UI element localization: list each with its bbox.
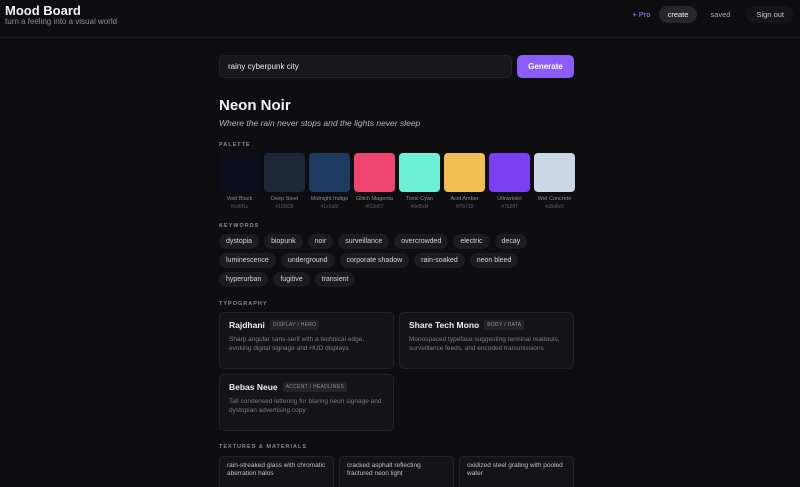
swatch-color[interactable] [399, 153, 440, 192]
swatch-hex: #0d0f1c [230, 204, 249, 210]
texture-card[interactable]: cracked asphalt reflecting fractured neo… [339, 456, 454, 487]
swatch-hex: #7b2ff7 [501, 204, 518, 210]
font-name: Rajdhani [229, 320, 265, 330]
palette-heading: PALETTE [219, 142, 251, 148]
swatch-hex: #1f2838 [275, 204, 294, 210]
textures-grid: rain-streaked glass with chromatic aberr… [219, 456, 574, 487]
top-bar: Mood Board turn a feeling into a visual … [0, 0, 800, 38]
main-content: Generate Neon Noir Where the rain never … [219, 55, 575, 487]
font-role-badge: DISPLAY / HERO [269, 320, 320, 330]
keyword-chip[interactable]: underground [280, 253, 335, 268]
keyword-chip[interactable]: electric [453, 234, 490, 249]
font-name: Bebas Neue [229, 382, 278, 392]
palette-swatch[interactable]: Acid Amber #f7b733 [444, 153, 485, 210]
nav-saved[interactable]: saved [701, 6, 739, 23]
font-card-header: Rajdhani DISPLAY / HERO [229, 320, 384, 330]
swatch-color[interactable] [489, 153, 530, 192]
swatch-hex: #f7b733 [455, 204, 474, 210]
prompt-input[interactable] [219, 55, 512, 78]
theme-title: Neon Noir [219, 97, 291, 114]
font-description: Tall condensed lettering for blaring neo… [229, 398, 382, 414]
keywords-heading: KEYWORDS [219, 223, 260, 229]
swatch-color[interactable] [534, 153, 575, 192]
top-nav: + Pro create saved Sign out [628, 6, 794, 23]
keyword-chip[interactable]: transient [314, 272, 356, 287]
font-card[interactable]: Share Tech Mono BODY / DATA Monospaced typ… [399, 312, 574, 369]
palette-swatch[interactable]: Wet Concrete #c8d6e5 [534, 153, 575, 210]
swatch-color[interactable] [354, 153, 395, 192]
font-card[interactable]: Rajdhani DISPLAY / HERO Sharp angular sans… [219, 312, 394, 369]
typography-grid: Rajdhani DISPLAY / HERO Sharp angular sans… [219, 312, 574, 431]
texture-card[interactable]: oxidized steel grating with pooled water [459, 456, 574, 487]
swatch-hex: #1e3a5f [320, 204, 339, 210]
palette-swatch[interactable]: Glitch Magenta #f12d67 [354, 153, 395, 210]
swatch-name: Toxic Cyan [406, 196, 433, 202]
keyword-chip[interactable]: biopunk [264, 234, 303, 249]
swatch-name: Ultraviolet [497, 196, 522, 202]
textures-heading: TEXTURES & MATERIALS [219, 444, 308, 450]
palette-row: Void Black #0d0f1c Deep Steel #1f2838 Midnig… [219, 153, 575, 210]
theme-tagline: Where the rain never stops and the light… [219, 118, 421, 128]
keyword-chip[interactable]: dystopia [219, 234, 260, 249]
keyword-chip[interactable]: surveillance [338, 234, 390, 249]
texture-card[interactable]: rain-streaked glass with chromatic aberr… [219, 456, 334, 487]
font-role-badge: ACCENT / HEADLINES [282, 382, 348, 392]
keyword-chip[interactable]: luminescence [219, 253, 276, 268]
font-card-header: Share Tech Mono BODY / DATA [409, 320, 564, 330]
keyword-chip[interactable]: decay [494, 234, 528, 249]
swatch-name: Wet Concrete [537, 196, 572, 202]
palette-swatch[interactable]: Ultraviolet #7b2ff7 [489, 153, 530, 210]
palette-swatch[interactable]: Deep Steel #1f2838 [264, 153, 305, 210]
keyword-chip[interactable]: overcrowded [394, 234, 449, 249]
app-title: Mood Board [5, 3, 81, 18]
font-card[interactable]: Bebas Neue ACCENT / HEADLINES Tall condens… [219, 374, 394, 431]
swatch-name: Void Black [226, 196, 253, 202]
palette-swatch[interactable]: Void Black #0d0f1c [219, 153, 260, 210]
swatch-color[interactable] [309, 153, 350, 192]
font-card-header: Bebas Neue ACCENT / HEADLINES [229, 382, 384, 392]
swatch-name: Midnight Indigo [310, 196, 349, 202]
swatch-hex: #c8d6e5 [544, 204, 565, 210]
swatch-name: Acid Amber [450, 196, 479, 202]
palette-swatch[interactable]: Midnight Indigo #1e3a5f [309, 153, 350, 210]
font-name: Share Tech Mono [409, 320, 480, 330]
swatch-hex: #6ef5d4 [410, 204, 429, 210]
generate-button[interactable]: Generate [517, 55, 574, 78]
pro-link[interactable]: + Pro [628, 10, 654, 19]
keyword-chip[interactable]: hyperurban [219, 272, 269, 287]
keyword-chip[interactable]: corporate shadow [339, 253, 410, 268]
prompt-row: Generate [219, 55, 574, 78]
keyword-chip[interactable]: fugitive [273, 272, 310, 287]
sign-out-button[interactable]: Sign out [746, 6, 794, 23]
font-description: Sharp angular sans-serif with a technica… [229, 336, 365, 352]
swatch-color[interactable] [219, 153, 260, 192]
swatch-name: Glitch Magenta [356, 196, 393, 202]
swatch-color[interactable] [444, 153, 485, 192]
nav-create[interactable]: create [658, 6, 698, 23]
keyword-list: dystopia biopunk noir surveillance overcrowd… [219, 234, 539, 287]
palette-swatch[interactable]: Toxic Cyan #6ef5d4 [399, 153, 440, 210]
keyword-chip[interactable]: noir [307, 234, 334, 249]
app-subtitle: turn a feeling into a visual world [5, 17, 118, 26]
swatch-name: Deep Steel [270, 196, 299, 202]
font-role-badge: BODY / DATA [484, 320, 525, 330]
font-description: Monospaced typeface suggesting terminal … [409, 336, 560, 352]
swatch-color[interactable] [264, 153, 305, 192]
keyword-chip[interactable]: rain-soaked [414, 253, 465, 268]
keyword-chip[interactable]: neon bleed [469, 253, 519, 268]
typography-heading: TYPOGRAPHY [219, 301, 268, 307]
swatch-hex: #f12d67 [365, 204, 384, 210]
